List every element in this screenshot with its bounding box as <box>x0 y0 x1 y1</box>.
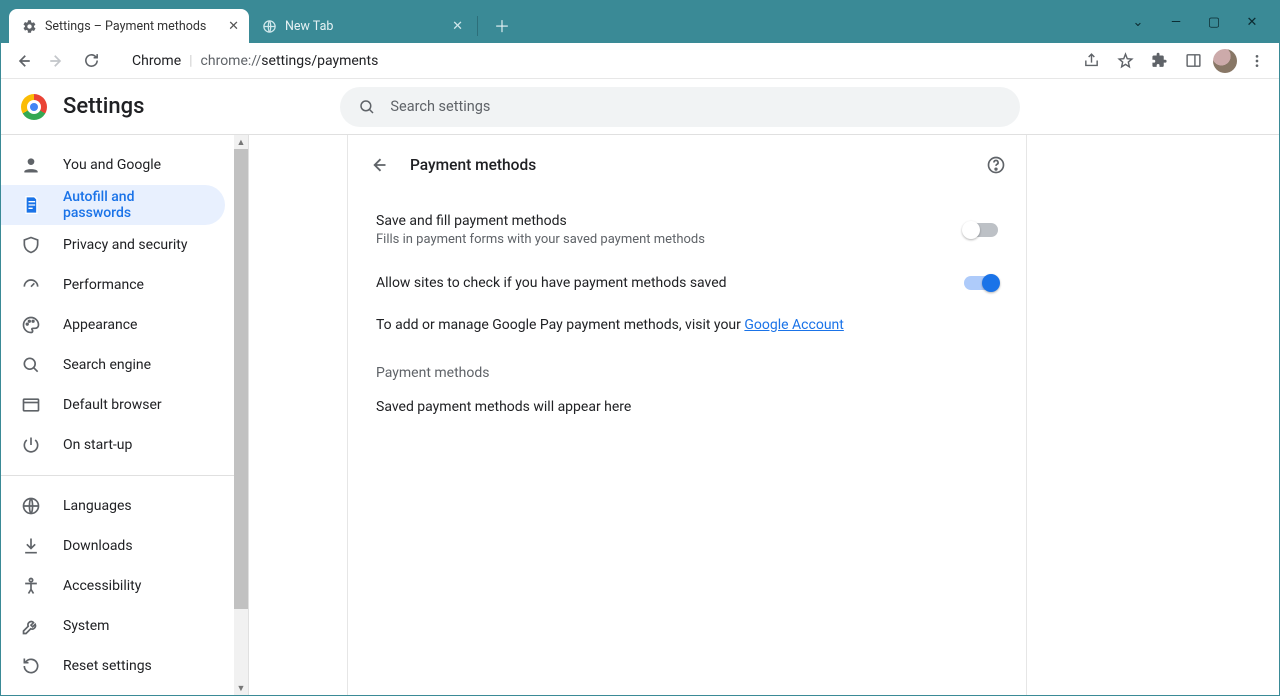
kebab-menu-icon[interactable] <box>1243 47 1271 75</box>
power-icon <box>21 435 41 455</box>
gear-icon <box>21 18 37 34</box>
tab-sep <box>477 16 478 36</box>
maximize-button[interactable]: ▢ <box>1205 15 1223 30</box>
share-icon[interactable] <box>1077 47 1105 75</box>
google-account-link[interactable]: Google Account <box>744 317 843 333</box>
close-window-button[interactable]: ✕ <box>1243 15 1261 30</box>
setting-save-fill: Save and fill payment methods Fills in p… <box>376 199 998 261</box>
chrome-logo-icon <box>21 94 47 120</box>
sidebar-item-reset-settings[interactable]: Reset settings <box>1 646 225 686</box>
page-title: Settings <box>63 94 144 119</box>
close-icon[interactable]: ✕ <box>440 19 463 34</box>
sidebar-item-downloads[interactable]: Downloads <box>1 526 225 566</box>
search-icon <box>21 355 41 375</box>
setting-title: Save and fill payment methods <box>376 213 964 229</box>
tab-title: Settings – Payment methods <box>45 19 206 34</box>
sidebar-item-default-browser[interactable]: Default browser <box>1 385 225 425</box>
url-full: chrome://settings/payments <box>201 53 379 69</box>
address-bar[interactable]: Chrome | chrome://settings/payments <box>111 46 1071 76</box>
search-icon <box>358 98 376 116</box>
browser-tab-active[interactable]: Settings – Payment methods ✕ <box>9 9 249 43</box>
sidebar-item-autofill-passwords[interactable]: Autofill and passwords <box>1 185 225 225</box>
sidebar-item-you-and-google[interactable]: You and Google <box>1 145 225 185</box>
search-input[interactable]: Search settings <box>340 87 1020 127</box>
scroll-thumb[interactable] <box>234 149 248 609</box>
speedometer-icon <box>21 275 41 295</box>
sidebar-item-system[interactable]: System <box>1 606 225 646</box>
search-placeholder: Search settings <box>390 98 490 115</box>
gpay-message: To add or manage Google Pay payment meth… <box>376 305 998 359</box>
sidebar-item-on-startup[interactable]: On start-up <box>1 425 225 465</box>
back-arrow-icon[interactable] <box>368 155 388 175</box>
bookmark-icon[interactable] <box>1111 47 1139 75</box>
sidebar-item-appearance[interactable]: Appearance <box>1 305 225 345</box>
reset-icon <box>21 656 41 676</box>
browser-tab[interactable]: New Tab ✕ <box>249 9 473 43</box>
empty-state-text: Saved payment methods will appear here <box>376 399 998 415</box>
palette-icon <box>21 315 41 335</box>
minimize-button[interactable]: ― <box>1167 15 1185 30</box>
new-tab-button[interactable]: ＋ <box>488 11 516 39</box>
autofill-icon <box>21 195 41 215</box>
sidebar-item-search-engine[interactable]: Search engine <box>1 345 225 385</box>
wrench-icon <box>21 616 41 636</box>
reload-button[interactable] <box>77 47 105 75</box>
download-icon <box>21 536 41 556</box>
toggle-allow-check[interactable] <box>964 276 998 290</box>
sidepanel-icon[interactable] <box>1179 47 1207 75</box>
globe-icon <box>261 18 277 34</box>
close-icon[interactable]: ✕ <box>216 19 239 34</box>
forward-button[interactable] <box>43 47 71 75</box>
profile-avatar[interactable] <box>1213 49 1237 73</box>
extensions-icon[interactable] <box>1145 47 1173 75</box>
help-icon[interactable] <box>986 155 1006 175</box>
sidebar-scrollbar[interactable]: ▲ ▼ <box>234 135 248 695</box>
section-title: Payment methods <box>410 156 964 174</box>
accessibility-icon <box>21 576 41 596</box>
section-label: Payment methods <box>376 359 998 399</box>
url-host: Chrome <box>132 53 181 69</box>
sidebar-item-privacy-security[interactable]: Privacy and security <box>1 225 225 265</box>
sidebar: You and Google Autofill and passwords Pr… <box>1 135 239 695</box>
shield-icon <box>21 235 41 255</box>
toggle-save-fill[interactable] <box>964 223 998 237</box>
globe-icon <box>21 496 41 516</box>
browser-icon <box>21 395 41 415</box>
back-button[interactable] <box>9 47 37 75</box>
person-icon <box>21 155 41 175</box>
scroll-down-icon[interactable]: ▼ <box>234 681 248 695</box>
setting-subtitle: Fills in payment forms with your saved p… <box>376 232 964 247</box>
setting-allow-check: Allow sites to check if you have payment… <box>376 261 998 305</box>
tab-title: New Tab <box>285 19 333 34</box>
sidebar-item-performance[interactable]: Performance <box>1 265 225 305</box>
sidebar-item-accessibility[interactable]: Accessibility <box>1 566 225 606</box>
sidebar-item-languages[interactable]: Languages <box>1 486 225 526</box>
scroll-up-icon[interactable]: ▲ <box>234 135 248 149</box>
chevron-down-icon[interactable]: ⌄ <box>1129 15 1147 30</box>
setting-title: Allow sites to check if you have payment… <box>376 275 964 291</box>
